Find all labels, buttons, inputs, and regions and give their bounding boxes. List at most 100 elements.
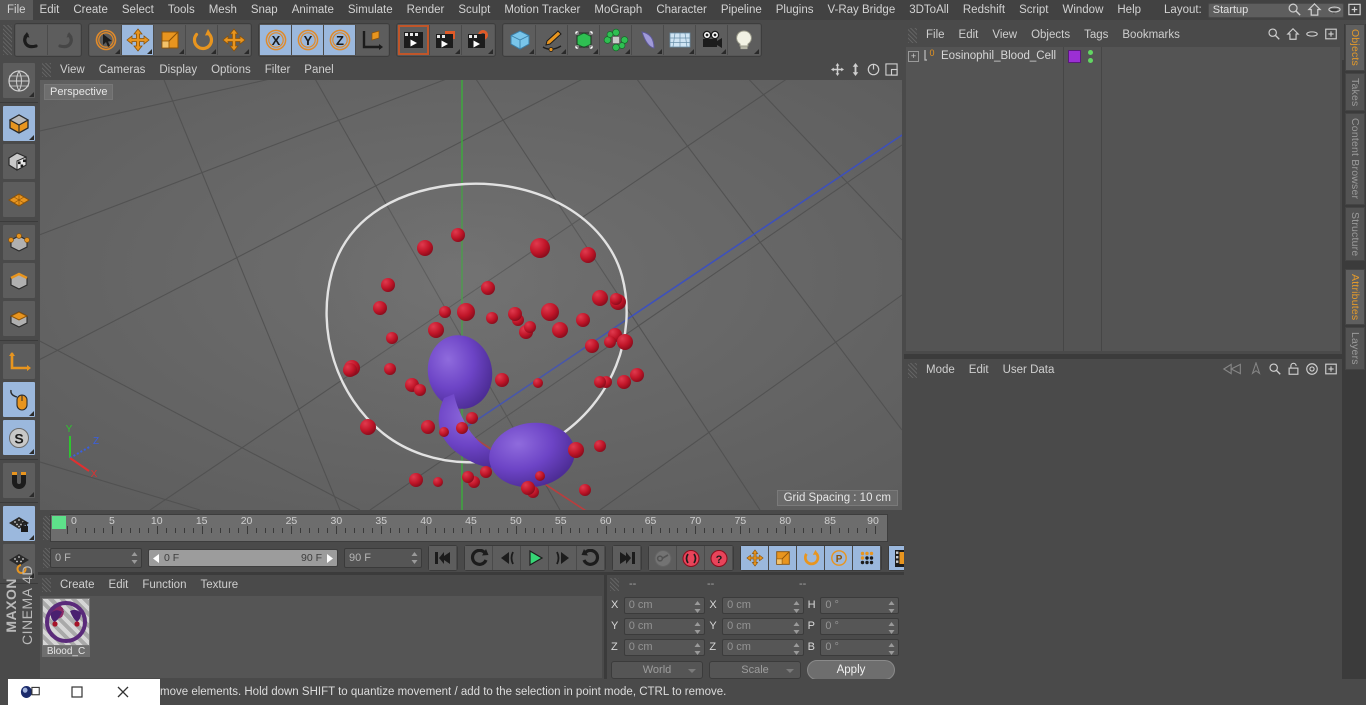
spinner-icon[interactable] (411, 552, 418, 564)
material-item[interactable]: Blood_C (42, 598, 90, 657)
record-active-objects-button[interactable] (677, 546, 705, 570)
tab-structure[interactable]: Structure (1345, 206, 1365, 262)
object-menu-item-edit[interactable]: Edit (952, 24, 986, 46)
enable-snapping-button[interactable]: S (2, 419, 36, 456)
object-row[interactable]: + 0 Eosinophil_Blood_Cell (906, 47, 1063, 65)
add-layer-icon[interactable] (1324, 27, 1338, 41)
object-menu-item-file[interactable]: File (919, 24, 952, 46)
render-picture-viewer-button[interactable] (430, 25, 462, 55)
dolly-icon[interactable] (849, 63, 862, 76)
play-backwards-loop-button[interactable] (465, 546, 493, 570)
redo-button[interactable] (48, 25, 80, 55)
attributes-menu-item-edit[interactable]: Edit (962, 359, 996, 381)
home-icon[interactable] (1307, 2, 1322, 17)
coordinates-grip[interactable] (610, 577, 619, 591)
menu-item-render[interactable]: Render (400, 0, 452, 20)
object-tags-row[interactable] (1064, 47, 1101, 65)
light-button[interactable] (728, 25, 760, 55)
add-icon[interactable] (1324, 362, 1338, 376)
menu-item-animate[interactable]: Animate (285, 0, 341, 20)
orbit-icon[interactable] (867, 63, 880, 76)
size-y-field[interactable]: 0 cm (722, 617, 804, 635)
menu-item-pipeline[interactable]: Pipeline (714, 0, 769, 20)
axis-x-button[interactable]: X (260, 25, 292, 55)
size-x-field[interactable]: 0 cm (722, 596, 804, 614)
spinner-icon[interactable] (888, 642, 895, 655)
viewport-menu-item-cameras[interactable]: Cameras (92, 60, 153, 80)
scale-key-button[interactable] (769, 546, 797, 570)
attributes-menu-item-mode[interactable]: Mode (919, 359, 962, 381)
pla-key-button[interactable] (853, 546, 881, 570)
material-menu-item-edit[interactable]: Edit (102, 575, 136, 595)
move-alt-tool-button[interactable] (218, 25, 250, 55)
axis-z-button[interactable]: Z (324, 25, 356, 55)
menu-item-plugins[interactable]: Plugins (769, 0, 821, 20)
pin-icon[interactable] (1249, 362, 1263, 376)
position-key-button[interactable] (741, 546, 769, 570)
spinner-icon[interactable] (131, 552, 138, 564)
spinner-icon[interactable] (888, 621, 895, 634)
menu-item-motion-tracker[interactable]: Motion Tracker (497, 0, 587, 20)
menu-item-window[interactable]: Window (1055, 0, 1110, 20)
lock-icon[interactable] (1287, 362, 1300, 376)
close-button[interactable] (100, 679, 146, 705)
attributes-grip[interactable] (908, 362, 917, 378)
magnet-button[interactable] (2, 462, 36, 499)
viewport-menu-item-view[interactable]: View (53, 60, 92, 80)
current-frame-field[interactable]: 0 F (50, 548, 142, 568)
pan-icon[interactable] (831, 63, 844, 76)
editor-visibility-dot[interactable] (1088, 49, 1093, 55)
tab-takes[interactable]: Takes (1345, 73, 1365, 112)
menu-item-help[interactable]: Help (1110, 0, 1148, 20)
object-menu-item-bookmarks[interactable]: Bookmarks (1115, 24, 1187, 46)
coordinate-mode-dropdown[interactable]: Scale (709, 661, 801, 679)
rotation-key-button[interactable] (797, 546, 825, 570)
go-to-start-button[interactable] (429, 546, 457, 570)
viewport-menu-item-display[interactable]: Display (152, 60, 204, 80)
edges-mode-button[interactable] (2, 262, 36, 299)
size-z-field[interactable]: 0 cm (722, 638, 804, 656)
spinner-icon[interactable] (793, 642, 800, 655)
material-list[interactable]: Blood_C (40, 596, 602, 678)
spinner-icon[interactable] (793, 621, 800, 634)
material-menu-item-function[interactable]: Function (135, 575, 193, 595)
position-x-field[interactable]: 0 cm (623, 596, 706, 614)
expand-toggle-icon[interactable]: + (908, 50, 919, 62)
undo-button[interactable] (16, 25, 48, 55)
rotation-b-field[interactable]: 0 ° (820, 638, 899, 656)
spinner-icon[interactable] (793, 600, 800, 613)
camera-button[interactable] (696, 25, 728, 55)
viewport-solo-mouse-button[interactable] (2, 381, 36, 418)
step-back-button[interactable] (493, 546, 521, 570)
live-selection-button[interactable] (90, 25, 122, 55)
menu-item-edit[interactable]: Edit (33, 0, 67, 20)
material-tag-icon[interactable] (1068, 49, 1081, 63)
timeline-playhead[interactable] (52, 516, 66, 529)
play-forward-loop-button[interactable] (577, 546, 605, 570)
spinner-icon[interactable] (888, 600, 895, 613)
world-object-axis-button[interactable] (356, 25, 388, 55)
apply-button[interactable]: Apply (807, 660, 895, 680)
home-icon[interactable] (1286, 27, 1300, 41)
go-to-end-button[interactable] (613, 546, 641, 570)
scale-tool-button[interactable] (154, 25, 186, 55)
search-icon[interactable] (1267, 27, 1281, 41)
spinner-icon[interactable] (694, 600, 701, 613)
max-frame-field[interactable]: 90 F (344, 548, 422, 568)
viewport-menu-item-options[interactable]: Options (204, 60, 258, 80)
axis-y-button[interactable]: Y (292, 25, 324, 55)
viewport-menu-item-panel[interactable]: Panel (297, 60, 340, 80)
object-tags-column[interactable] (1064, 47, 1102, 351)
toolbar-grip[interactable] (3, 25, 12, 55)
menu-item-sculpt[interactable]: Sculpt (451, 0, 497, 20)
tab-attributes[interactable]: Attributes (1345, 269, 1365, 326)
object-manager-body[interactable]: + 0 Eosinophil_Blood_Cell (906, 47, 1340, 351)
layout-add-icon[interactable] (1347, 2, 1362, 17)
target-icon[interactable] (1305, 362, 1319, 376)
polygons-mode-button[interactable] (2, 300, 36, 337)
step-forward-button[interactable] (549, 546, 577, 570)
range-left-arrow-icon[interactable] (152, 553, 161, 563)
autokey-record-button[interactable] (649, 546, 677, 570)
tab-objects[interactable]: Objects (1345, 24, 1365, 71)
texture-mode-button[interactable] (2, 143, 36, 180)
